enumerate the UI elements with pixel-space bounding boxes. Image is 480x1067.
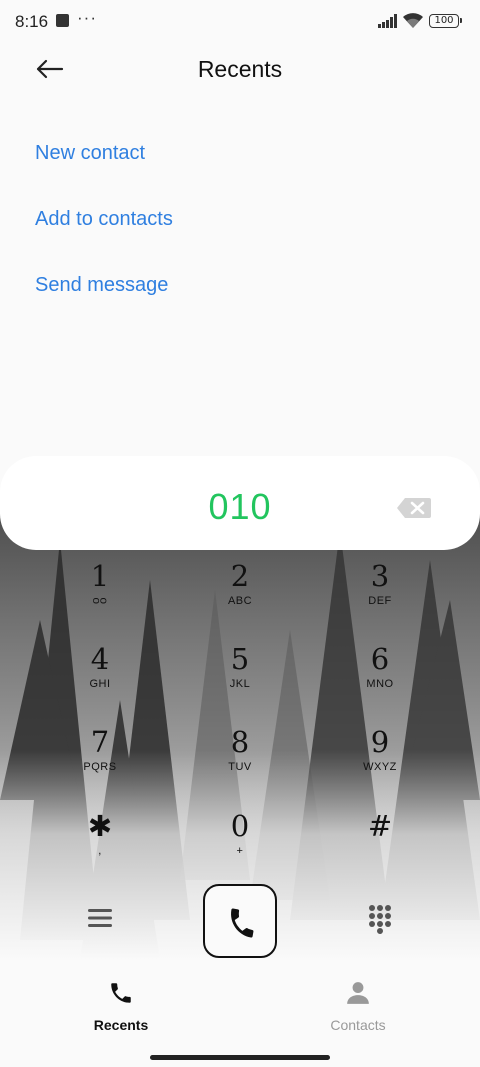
key-digit: 1 [90,559,110,593]
call-button[interactable] [203,884,277,958]
phone-icon [231,908,254,938]
key-letters: + [236,845,244,857]
key-digit: 7 [90,725,110,759]
key-letters: GHI [89,678,111,690]
key-2[interactable]: 2 ABC [180,560,300,640]
key-digit: 4 [90,642,110,676]
wifi-icon [403,13,423,28]
backspace-button[interactable] [396,496,432,520]
key-letters: , [98,845,102,857]
key-letters: JKL [229,678,251,690]
key-hash[interactable]: # [320,810,440,890]
key-digit: 9 [370,725,390,759]
send-message-link[interactable]: Send message [35,274,168,297]
nav-contacts-tab[interactable]: Contacts [298,980,418,1033]
backspace-icon [397,498,431,518]
nav-contacts-label: Contacts [330,1017,386,1033]
keypad-toggle-button[interactable] [368,904,392,934]
key-letters: MNO [366,678,394,690]
key-letters: DEF [368,595,392,607]
more-notifications-indicator: ··· [77,8,97,27]
key-digit: 3 [370,559,390,593]
key-7[interactable]: 7 PQRS [40,726,160,806]
key-digit: 8 [230,725,250,759]
status-bar: 8:16 ··· 100 [0,0,480,44]
key-0[interactable]: 0 + [180,810,300,890]
new-contact-link[interactable]: New contact [35,142,145,165]
home-indicator[interactable] [150,1055,330,1060]
key-8[interactable]: 8 TUV [180,726,300,806]
key-digit: # [367,809,393,843]
nav-recents-tab[interactable]: Recents [61,980,181,1033]
key-letters: TUV [228,761,252,773]
key-letters: PQRS [83,761,117,773]
phone-icon [111,983,131,1003]
key-4[interactable]: 4 GHI [40,643,160,723]
battery-indicator: 100 [429,14,462,28]
key-9[interactable]: 9 WXYZ [320,726,440,806]
menu-button[interactable] [86,906,114,930]
key-letters: ABC [227,595,253,607]
key-star[interactable]: ✱, [40,810,160,890]
page-title: Recents [197,56,283,82]
notification-icon [56,14,69,27]
add-to-contacts-link[interactable]: Add to contacts [35,208,173,231]
keypad-icon [369,905,391,934]
menu-icon [88,909,112,927]
key-1[interactable]: 1 ᴑᴑ [40,560,160,640]
signal-icon [378,14,397,28]
key-digit: ✱ [87,809,113,843]
key-6[interactable]: 6 MNO [320,643,440,723]
key-digit: 6 [370,642,390,676]
status-time: 8:16 [15,12,49,31]
key-letters: WXYZ [363,761,397,773]
key-5[interactable]: 5 JKL [180,643,300,723]
nav-recents-label: Recents [93,1017,149,1033]
key-digit: 0 [230,809,250,843]
key-digit: 2 [230,559,250,593]
person-icon [347,982,369,1004]
key-3[interactable]: 3 DEF [320,560,440,640]
voicemail-icon: ᴑᴑ [92,595,108,607]
key-digit: 5 [230,642,250,676]
